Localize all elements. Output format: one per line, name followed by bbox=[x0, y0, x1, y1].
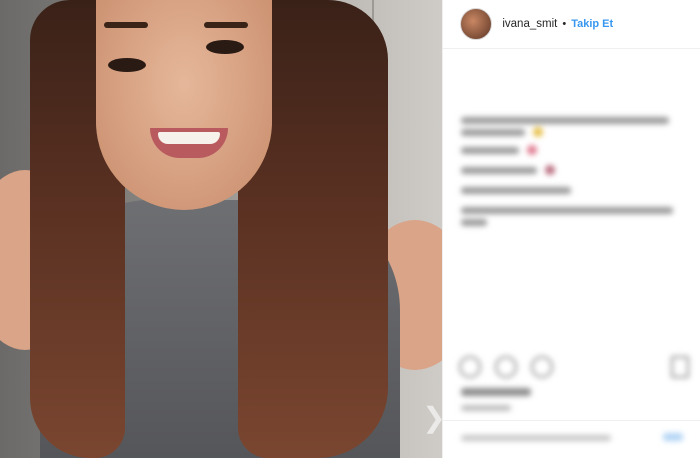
action-bar bbox=[459, 356, 554, 378]
comment-input[interactable] bbox=[461, 435, 612, 441]
follow-button[interactable]: Takip Et bbox=[571, 18, 613, 30]
eye bbox=[108, 58, 146, 72]
post-photo[interactable]: ❯ bbox=[0, 0, 443, 458]
post-header: ivana_smit • Takip Et bbox=[443, 0, 700, 49]
share-icon[interactable] bbox=[531, 356, 554, 378]
bookmark-icon[interactable] bbox=[671, 356, 690, 378]
heart-icon[interactable] bbox=[459, 356, 482, 378]
eyebrow bbox=[104, 22, 148, 28]
watermark-icon: ❯ bbox=[421, 396, 442, 440]
face bbox=[96, 0, 272, 210]
caption-line bbox=[461, 167, 538, 174]
post-timestamp bbox=[461, 405, 512, 411]
caption-line bbox=[461, 147, 520, 154]
emoji-icon bbox=[545, 165, 556, 175]
teeth bbox=[158, 132, 220, 144]
comment-box[interactable] bbox=[443, 420, 700, 459]
avatar[interactable] bbox=[460, 8, 493, 40]
caption-line bbox=[461, 129, 526, 136]
separator: • bbox=[562, 18, 567, 30]
post-comment-button[interactable] bbox=[663, 433, 684, 441]
caption-line bbox=[461, 219, 488, 226]
emoji-icon bbox=[533, 127, 544, 137]
eye bbox=[206, 40, 244, 54]
caption-line bbox=[461, 187, 572, 194]
instagram-post: ❯ ivana_smit • Takip Et bbox=[0, 0, 700, 458]
smile bbox=[150, 128, 228, 158]
username[interactable]: ivana_smit bbox=[502, 18, 557, 30]
emoji-icon bbox=[527, 145, 538, 155]
eyebrow bbox=[204, 22, 248, 28]
caption-line bbox=[461, 207, 674, 214]
post-sidebar: ivana_smit • Takip Et bbox=[442, 0, 700, 458]
likes-count[interactable] bbox=[461, 388, 532, 396]
caption-line bbox=[461, 117, 670, 124]
comment-icon[interactable] bbox=[495, 356, 518, 378]
